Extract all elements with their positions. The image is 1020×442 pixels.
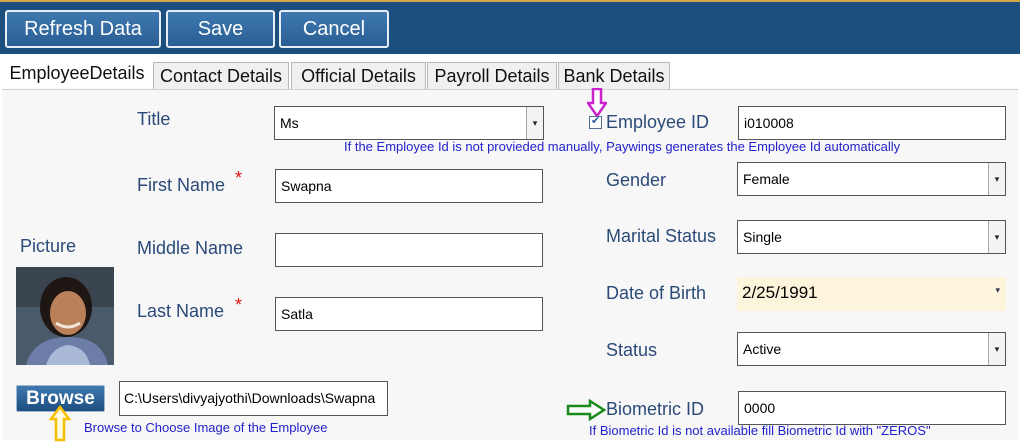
tab-bank-details[interactable]: Bank Details xyxy=(558,62,670,89)
up-arrow-icon xyxy=(49,405,71,442)
employee-photo xyxy=(16,267,114,365)
tab-contact-details[interactable]: Contact Details xyxy=(153,62,289,89)
right-arrow-icon xyxy=(566,399,606,421)
tab-bar: EmployeeDetails Contact Details Official… xyxy=(0,60,1020,90)
gender-label: Gender xyxy=(606,170,667,190)
avatar-image xyxy=(16,267,114,365)
tab-official-details[interactable]: Official Details xyxy=(291,62,426,89)
employee-id-label: Employee ID xyxy=(606,112,710,132)
title-label: Title xyxy=(137,109,171,129)
gender-select[interactable]: Female ▾ xyxy=(737,162,1006,196)
tab-payroll-details[interactable]: Payroll Details xyxy=(427,62,557,89)
cancel-button[interactable]: Cancel xyxy=(279,10,389,48)
marital-status-select-value: Single xyxy=(743,229,782,245)
chevron-down-icon[interactable]: ▾ xyxy=(526,107,543,139)
browse-note: Browse to Choose Image of the Employee xyxy=(84,420,328,435)
chevron-down-icon[interactable]: ▾ xyxy=(995,285,1000,296)
file-path-field[interactable]: C:\Users\divyajyothi\Downloads\Swapna xyxy=(119,381,388,416)
biometric-id-label: Biometric ID xyxy=(606,399,705,419)
employee-id-checkbox[interactable]: ✔ xyxy=(589,115,602,129)
title-select-value: Ms xyxy=(280,115,299,131)
status-select-value: Active xyxy=(743,341,782,357)
picture-label: Picture xyxy=(20,236,77,256)
middle-name-label: Middle Name xyxy=(137,238,244,258)
save-button[interactable]: Save xyxy=(166,10,275,48)
status-label: Status xyxy=(606,340,658,360)
toolbar: Refresh Data Save Cancel xyxy=(0,0,1020,54)
refresh-data-button[interactable]: Refresh Data xyxy=(5,10,161,48)
chevron-down-icon[interactable]: ▾ xyxy=(988,163,1005,195)
required-marker: * xyxy=(235,168,243,188)
last-name-label: Last Name xyxy=(137,301,225,321)
biometric-id-note: If Biometric Id is not available fill Bi… xyxy=(589,423,931,438)
first-name-input[interactable]: Swapna xyxy=(275,169,543,203)
tab-employee-details[interactable]: EmployeeDetails xyxy=(2,60,152,90)
marital-status-select[interactable]: Single ▾ xyxy=(737,220,1006,254)
checkmark-icon: ✔ xyxy=(591,115,601,127)
marital-status-label: Marital Status xyxy=(606,226,717,246)
biometric-id-input[interactable]: 0000 xyxy=(738,391,1006,425)
employee-id-note: If the Employee Id is not provieded manu… xyxy=(344,139,901,154)
required-marker: * xyxy=(235,295,243,315)
date-of-birth-picker[interactable]: 2/25/1991 ▾ xyxy=(737,277,1006,311)
first-name-label: First Name xyxy=(137,175,226,195)
chevron-down-icon[interactable]: ▾ xyxy=(988,333,1005,365)
date-of-birth-label: Date of Birth xyxy=(606,283,707,303)
chevron-down-icon[interactable]: ▾ xyxy=(988,221,1005,253)
date-of-birth-value: 2/25/1991 xyxy=(742,283,818,302)
status-select[interactable]: Active ▾ xyxy=(737,332,1006,366)
gender-select-value: Female xyxy=(743,171,790,187)
employee-id-input[interactable]: i010008 xyxy=(738,106,1006,140)
title-select[interactable]: Ms ▾ xyxy=(274,106,544,140)
last-name-input[interactable]: Satla xyxy=(275,297,543,331)
middle-name-input[interactable] xyxy=(275,233,543,267)
